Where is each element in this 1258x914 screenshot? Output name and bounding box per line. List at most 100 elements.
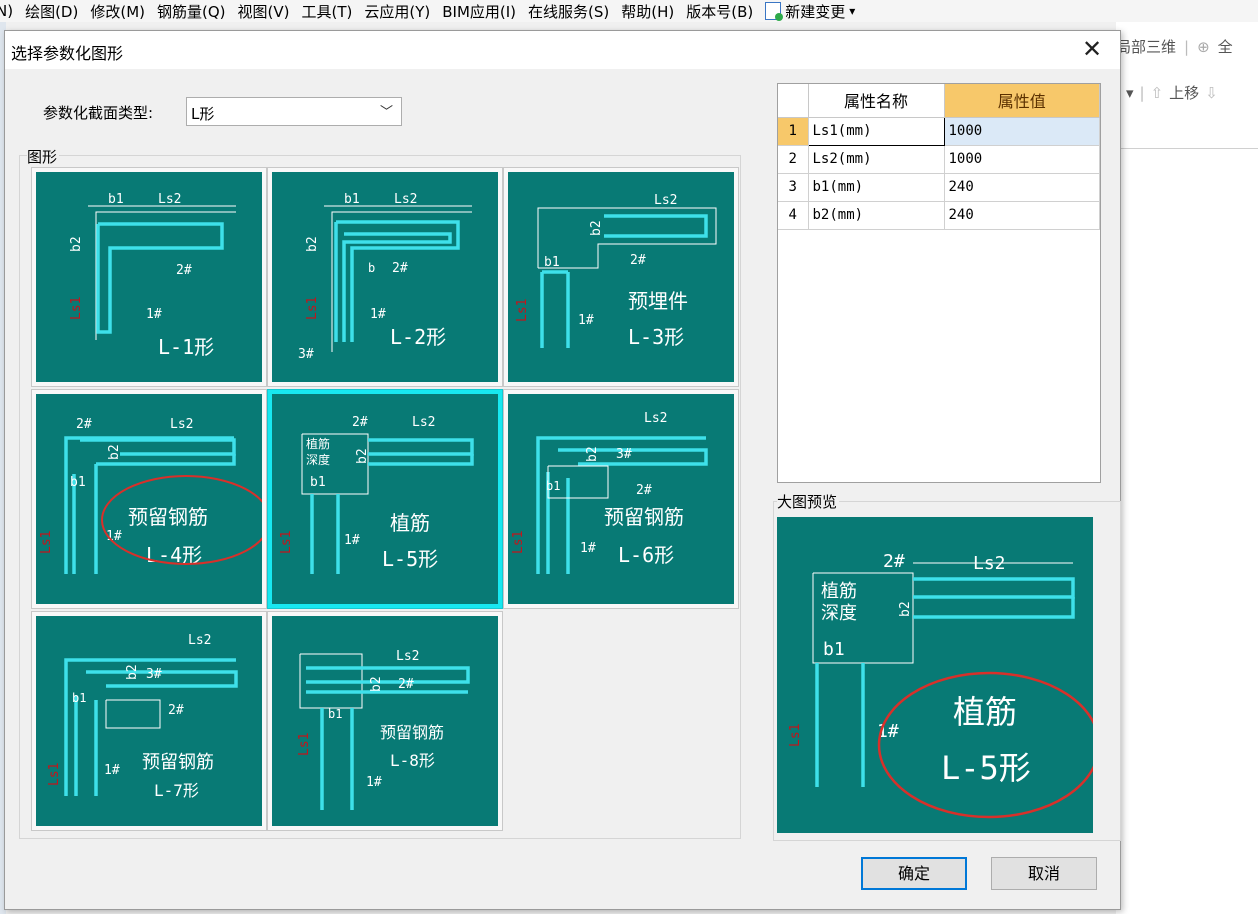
ok-button[interactable]: 确定 [861, 857, 967, 890]
ls1-label: Ls1 [511, 531, 526, 554]
drawing-label: b1 [328, 707, 342, 721]
shape-background [36, 172, 262, 382]
drawing-label: 2# [636, 483, 652, 498]
preview-background [777, 517, 1093, 833]
shape-tile-l-1[interactable]: b1 Ls2 b2 Ls1 2# 1# L-1形 [31, 167, 267, 387]
drawing-label: 1# [366, 775, 382, 790]
move-up-button[interactable]: 上移 [1169, 82, 1199, 103]
property-value[interactable]: 240 [944, 201, 1100, 230]
drawing-label: b2 [125, 664, 140, 680]
ls1-label: Ls1 [515, 299, 530, 322]
shape-thumbnail: Ls2 b2 2# b1 Ls1 1# 预留钢筋 L-8形 [272, 616, 498, 826]
menu-item[interactable]: 视图(V) [232, 1, 296, 22]
drawing-label: 植筋 [821, 581, 857, 602]
drawing-label: Ls2 [973, 553, 1006, 574]
drawing-label: b2 [589, 220, 604, 236]
menu-item[interactable]: 绘图(D) [19, 1, 84, 22]
shape-thumbnail: Ls2 b2 3# 2# b1 Ls1 1# 预留钢筋 L-7形 [36, 616, 262, 826]
shape-tile-l-6[interactable]: Ls2 b2 3# 2# b1 Ls1 1# 预留钢筋 L-6形 [503, 389, 739, 609]
drawing-label: b2 [107, 444, 122, 460]
local-3d-button[interactable]: 局部三维 [1116, 36, 1176, 57]
drawing-label: 深度 [306, 452, 330, 467]
separator: | [1139, 83, 1145, 102]
shape-tile-l-8[interactable]: Ls2 b2 2# b1 Ls1 1# 预留钢筋 L-8形 [267, 611, 503, 831]
dialog-titlebar: 选择参数化图形 ✕ [5, 31, 1120, 69]
menu-item[interactable]: 云应用(Y) [358, 1, 436, 22]
menu-bar: N) 绘图(D) 修改(M) 钢筋量(Q) 视图(V) 工具(T) 云应用(Y) BIM应用(… [0, 0, 1258, 22]
shape-thumbnail: 2# Ls2b2植筋深度b1Ls1 1#植筋L-5形 [272, 394, 498, 604]
shape-tile-l-3[interactable]: Ls2 b2 b1 Ls1 2# 1# 预埋件 L-3形 [503, 167, 739, 387]
menu-item[interactable]: 修改(M) [84, 1, 151, 22]
drawing-label: 3# [616, 447, 632, 462]
ls1-label: Ls1 [788, 724, 803, 747]
drawing-label: Ls2 [188, 633, 211, 648]
new-document-icon [765, 2, 784, 21]
chevron-down-icon: ﹀ [379, 105, 393, 120]
property-value[interactable]: 1000 [944, 145, 1100, 174]
property-row[interactable]: 2 Ls2(mm) 1000 [778, 145, 1100, 174]
preview-label: 大图预览 [777, 491, 840, 512]
drawing-label: b1 [72, 691, 86, 705]
property-value[interactable]: 240 [944, 173, 1100, 202]
property-name: Ls2(mm) [808, 145, 945, 174]
menu-item[interactable]: 工具(T) [295, 1, 358, 22]
drawing-label: 1# [146, 307, 162, 322]
shape-background [36, 616, 262, 826]
menu-item[interactable]: BIM应用(I) [436, 1, 522, 22]
cancel-button[interactable]: 取消 [991, 857, 1097, 890]
section-type-select[interactable]: L形 ﹀ [186, 97, 402, 126]
menu-item[interactable]: 在线服务(S) [522, 1, 615, 22]
menu-item[interactable]: 帮助(H) [615, 1, 680, 22]
drawing-label: 预留钢筋 [380, 723, 444, 742]
drawing-label: b1 [310, 475, 326, 490]
shape-tile-l-4[interactable]: 2# Ls2 b2 b1 Ls1 1# 预留钢筋 L-4形 [31, 389, 267, 609]
property-row[interactable]: 4 b2(mm) 240 [778, 201, 1100, 230]
select-parametric-shape-dialog: 选择参数化图形 ✕ 参数化截面类型: L形 ﹀ 图形 b1 Ls2 b2 Ls1 2# 1… [4, 30, 1121, 910]
drawing-label: b1 [544, 255, 560, 270]
drawing-label: 植筋 [390, 511, 430, 535]
drawing-label: b1 [546, 479, 560, 493]
shape-tile-l-2[interactable]: b1 Ls2 b2 Ls1 b 2# 1# 3# L-2形 [267, 167, 503, 387]
drawing-label: 3# [146, 667, 162, 682]
drawing-label: 植筋 [306, 436, 330, 451]
drawing-label: 2# [392, 261, 408, 276]
drawing-label: b2 [898, 601, 913, 617]
property-row[interactable]: 3 b1(mm) 240 [778, 173, 1100, 202]
drawing-label: L-6形 [618, 543, 674, 567]
shape-thumbnail: Ls2 b2 3# 2# b1 Ls1 1# 预留钢筋 L-6形 [508, 394, 734, 604]
full-button[interactable]: 全 [1218, 36, 1233, 57]
arrow-down-icon[interactable]: ⇩ [1205, 84, 1218, 102]
drawing-label: 预留钢筋 [604, 505, 684, 529]
property-table[interactable]: 属性名称 属性值 1 Ls1(mm) 1000 2 Ls2(mm) 1000 3 b1(mm)… [777, 83, 1101, 483]
drawing-label: Ls2 [170, 417, 193, 432]
figures-label: 图形 [27, 146, 60, 167]
shape-tile-l-5[interactable]: 2# Ls2 b2 植筋 深度 b1 Ls1 1# 植筋 L-5形 [267, 389, 503, 609]
property-row[interactable]: 1 Ls1(mm) 1000 [778, 116, 1100, 146]
menu-item[interactable]: 版本号(B) [680, 1, 759, 22]
drawing-label: b1 [823, 639, 845, 660]
close-button[interactable]: ✕ [1078, 35, 1106, 63]
menu-item[interactable]: N) [0, 2, 19, 20]
drawing-label: 1# [344, 533, 360, 548]
shape-background [272, 616, 498, 826]
dropdown-arrow-icon[interactable]: ▾ [1126, 84, 1134, 102]
shape-tile-l-7[interactable]: Ls2 b2 3# 2# b1 Ls1 1# 预留钢筋 L-7形 [31, 611, 267, 831]
shape-thumbnail: b1 Ls2 b2 Ls1 b 2# 1# 3# L-2形 [272, 172, 498, 382]
property-value[interactable]: 1000 [944, 117, 1100, 146]
menu-item[interactable]: 钢筋量(Q) [151, 1, 232, 22]
drawing-label: Ls2 [654, 193, 677, 208]
separator: | [1184, 37, 1190, 56]
drawing-label: L-7形 [154, 781, 199, 800]
drawing-label: 预留钢筋 [128, 505, 208, 529]
drawing-label: L-2形 [390, 325, 446, 349]
section-type-value: L形 [191, 105, 215, 123]
drawing-label: 预埋件 [628, 289, 688, 313]
new-change-menu[interactable]: 新建变更 ▾ [759, 1, 861, 22]
shape-thumbnail: 2# Ls2b2b1Ls1 1#预留钢筋L-4形 [36, 394, 262, 604]
drawing-label: b [368, 261, 375, 275]
zoom-icon[interactable]: ⊕ [1197, 38, 1210, 56]
drawing-label: 预留钢筋 [142, 752, 214, 773]
drawing-label: b2 [585, 446, 600, 462]
property-name: b2(mm) [808, 201, 945, 230]
drawing-label: Ls2 [644, 411, 667, 426]
